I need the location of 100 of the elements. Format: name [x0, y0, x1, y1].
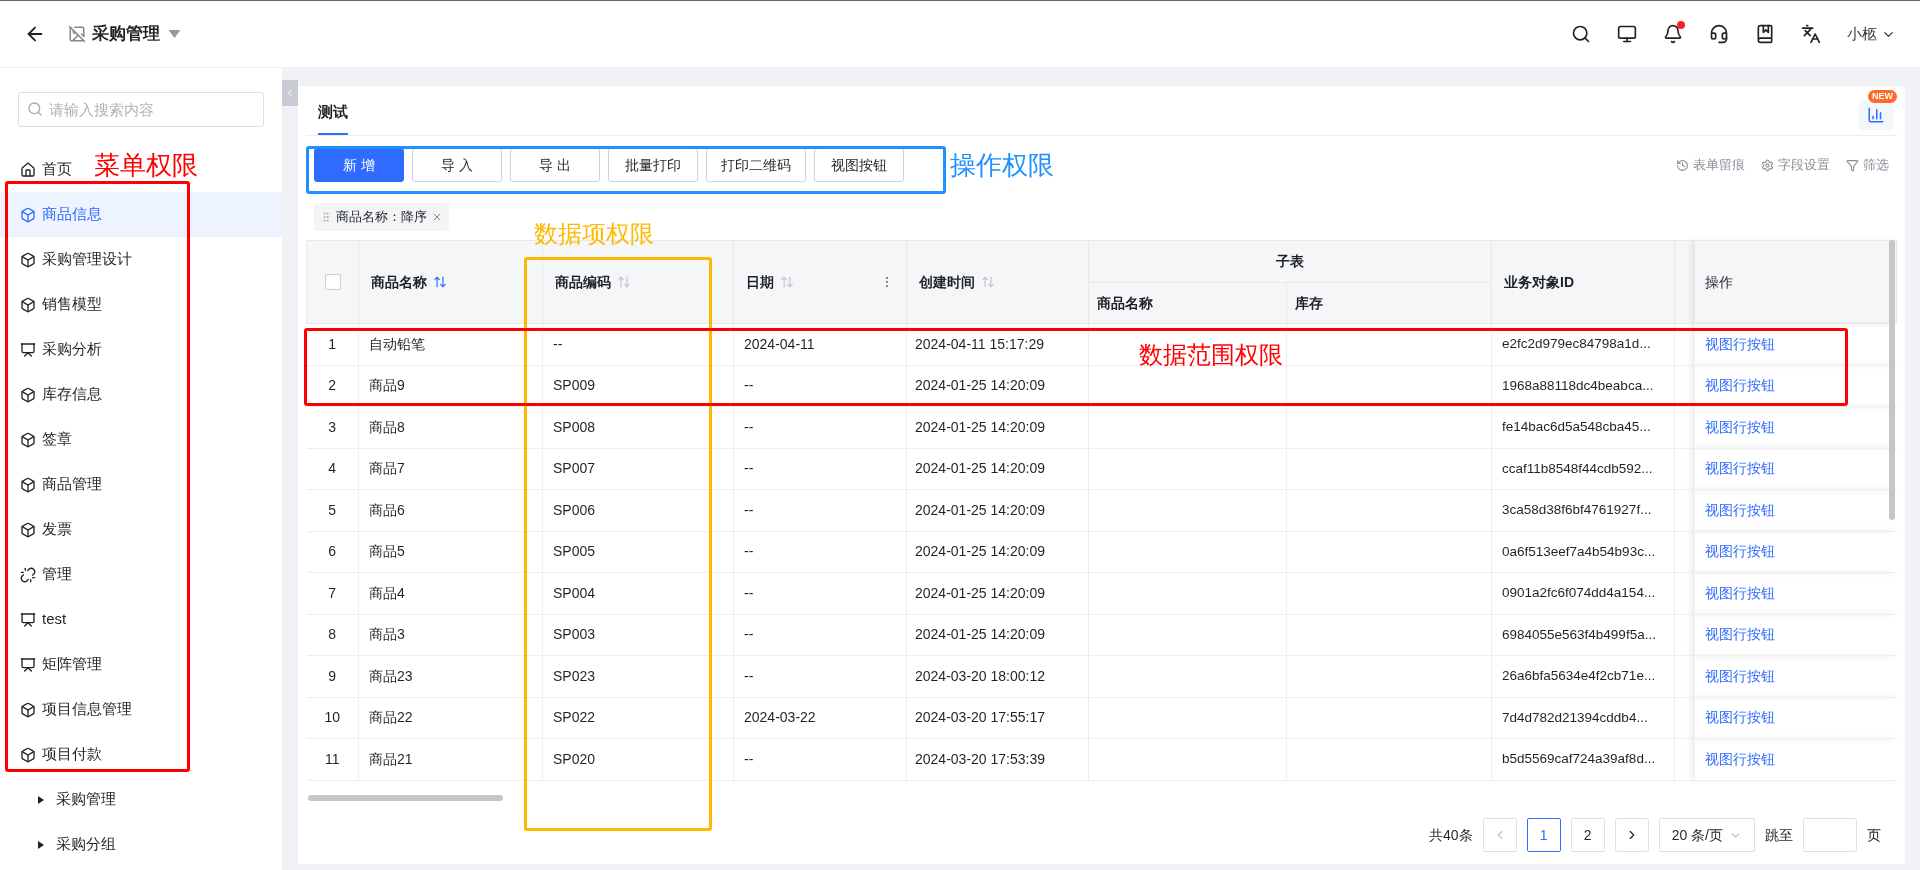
table-cell: --	[733, 614, 907, 656]
row-action-link[interactable]: 视图行按钮	[1705, 460, 1775, 477]
chart-button[interactable]	[1859, 100, 1893, 130]
row-action-link[interactable]: 视图行按钮	[1705, 501, 1775, 518]
row-action-link[interactable]: 视图行按钮	[1705, 709, 1775, 726]
row-action-link[interactable]: 视图行按钮	[1705, 543, 1775, 560]
table-cell: SP006	[542, 489, 734, 531]
sort-icon[interactable]	[617, 275, 631, 289]
column-header[interactable]: 业务对象ID	[1491, 240, 1675, 324]
row-number: 9	[306, 655, 359, 697]
column-header[interactable]: 创建时间	[906, 240, 1089, 324]
tool-link[interactable]: 表单留痕	[1676, 155, 1745, 175]
caret-icon[interactable]	[168, 30, 181, 38]
sort-icon[interactable]	[433, 275, 447, 289]
tool-link[interactable]: 筛选	[1846, 155, 1889, 175]
page-size-select[interactable]: 20 条/页	[1658, 818, 1755, 852]
headset-icon[interactable]	[1709, 24, 1729, 44]
sort-icon[interactable]	[780, 275, 794, 289]
row-action-link[interactable]: 视图行按钮	[1705, 667, 1775, 684]
filter-icon	[1846, 158, 1859, 172]
table-cell: 商品8	[358, 406, 543, 448]
sidebar-item[interactable]: 管理	[0, 552, 82, 597]
table-cell: 2024-01-25 14:20:09	[906, 489, 1089, 531]
sidebar-item[interactable]: 项目付款	[0, 732, 112, 777]
toolbar-button[interactable]: 视图按钮	[814, 148, 904, 182]
table-cell: 2024-04-11 15:17:29	[906, 323, 1089, 365]
row-action-link[interactable]: 视图行按钮	[1705, 584, 1775, 601]
table-cell: 商品7	[358, 448, 543, 490]
table-cell: SP003	[542, 614, 734, 656]
column-header[interactable]: 日期	[733, 240, 907, 324]
toolbar-button[interactable]: 导 出	[510, 148, 600, 182]
table-cell: SP009	[542, 365, 734, 407]
sidebar-item[interactable]: 项目信息管理	[0, 687, 142, 732]
table-cell: SP007	[542, 448, 734, 490]
table-cell: 2024-03-22	[733, 697, 907, 739]
page-button[interactable]: 2	[1570, 818, 1605, 852]
search-field[interactable]: 请输入搜索内容	[18, 92, 264, 127]
table-cell: 3ca58d38f6bf4761927f...	[1491, 489, 1675, 531]
toolbar-button[interactable]: 导 入	[412, 148, 502, 182]
sidebar-item[interactable]: 矩阵管理	[0, 642, 112, 687]
table-cell: 2024-01-25 14:20:09	[906, 406, 1089, 448]
table-cell: SP005	[542, 531, 734, 573]
table-cell: 自动铅笔	[358, 323, 543, 365]
drag-handle-icon[interactable]	[320, 211, 332, 223]
page-button[interactable]: 1	[1526, 818, 1561, 852]
toolbar-button[interactable]: 新 增	[314, 148, 404, 182]
sidebar-item[interactable]: 商品管理	[0, 462, 112, 507]
horizontal-scrollbar[interactable]	[308, 794, 503, 801]
user-menu[interactable]: 小柩	[1847, 22, 1896, 46]
sidebar-item[interactable]: 库存信息	[0, 372, 112, 417]
row-action-link[interactable]: 视图行按钮	[1705, 750, 1775, 767]
table-cell: 2024-01-25 14:20:09	[906, 365, 1089, 407]
toolbar-button[interactable]: 打印二维码	[706, 148, 806, 182]
row-action-link[interactable]: 视图行按钮	[1705, 418, 1775, 435]
tab[interactable]: 测试	[318, 100, 348, 135]
row-number: 7	[306, 572, 359, 614]
cube-icon	[20, 521, 36, 538]
page-input[interactable]	[1803, 818, 1857, 852]
sort-icon[interactable]	[981, 275, 995, 289]
row-number: 5	[306, 489, 359, 531]
table-cell: --	[733, 531, 907, 573]
sidebar-item[interactable]: 签章	[0, 417, 82, 462]
table-cell: 26a6bfa5634e4f2cb71e...	[1491, 655, 1675, 697]
sidebar-item[interactable]: test	[0, 597, 77, 642]
select-all-checkbox[interactable]	[324, 274, 341, 290]
row-number: 2	[306, 365, 359, 407]
table-cell: --	[733, 489, 907, 531]
row-action-link[interactable]: 视图行按钮	[1705, 335, 1775, 352]
sidebar-item[interactable]: 商品信息	[0, 192, 282, 237]
monitor-icon[interactable]	[1617, 24, 1637, 44]
sort-tag[interactable]: 商品名称：降序	[314, 203, 449, 231]
bell-icon[interactable]	[1663, 24, 1683, 44]
vertical-scrollbar[interactable]	[1889, 240, 1895, 520]
language-icon[interactable]	[1801, 24, 1821, 44]
cube-icon	[20, 476, 36, 493]
table-cell: 商品6	[358, 489, 543, 531]
sidebar-item[interactable]: 首页	[0, 147, 82, 192]
sidebar-item[interactable]: 销售模型	[0, 282, 112, 327]
row-action-link[interactable]: 视图行按钮	[1705, 626, 1775, 643]
sidebar-item[interactable]: 采购管理	[0, 777, 126, 822]
sidebar-item[interactable]: 采购分析	[0, 327, 112, 372]
chart-screen-icon	[20, 341, 36, 358]
close-icon[interactable]	[431, 211, 443, 223]
bar-chart-icon	[1867, 106, 1885, 124]
cube-icon	[20, 701, 36, 718]
table-cell: 商品9	[358, 365, 543, 407]
table-cell: b5d5569caf724a39af8d...	[1491, 738, 1675, 780]
toolbar-button[interactable]: 批量打印	[608, 148, 698, 182]
book-icon[interactable]	[1755, 24, 1775, 44]
sidebar-item[interactable]: 发票	[0, 507, 82, 552]
row-action-link[interactable]: 视图行按钮	[1705, 377, 1775, 394]
sidebar-item[interactable]: 采购分组	[0, 822, 126, 867]
table-cell: --	[733, 448, 907, 490]
column-header: 商品名称	[1088, 282, 1287, 324]
table-cell: --	[542, 323, 734, 365]
search-icon[interactable]	[1571, 24, 1591, 44]
collapse-handle[interactable]	[282, 80, 298, 106]
table-cell: --	[733, 655, 907, 697]
sidebar-item[interactable]: 采购管理设计	[0, 237, 142, 282]
table-cell: 2024-01-25 14:20:09	[906, 448, 1089, 490]
